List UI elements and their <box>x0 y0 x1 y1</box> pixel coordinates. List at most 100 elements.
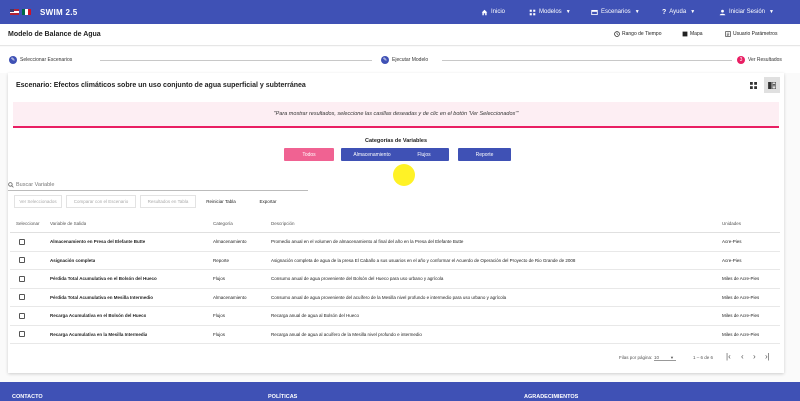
first-page-icon[interactable]: |‹ <box>726 352 731 361</box>
description-cell: Asignación completa de agua de la presa … <box>271 257 576 263</box>
table-header: Seleccionar Variable de Salida Categoría… <box>10 214 780 233</box>
model-header: Modelo de Balance de Agua Rango de Tiemp… <box>0 24 800 46</box>
row-checkbox[interactable] <box>19 312 25 319</box>
paginator: Filas por página: 10 ▼ 1 – 6 de 6 |‹ ‹ ›… <box>8 352 784 366</box>
chevron-down-icon: ▼ <box>670 355 674 360</box>
row-checkbox[interactable] <box>19 275 25 282</box>
units-cell: Miles de Acre-Pies <box>722 313 760 319</box>
stepper: ✎ Seleccionar Escenarios ✎ Ejecutar Mode… <box>0 47 800 73</box>
caret-down-icon: ▼ <box>690 9 696 15</box>
col-select: Seleccionar <box>16 220 40 226</box>
export-button[interactable]: Exportar <box>249 195 287 208</box>
footer: CONTACTO POLÍTICAS AGRADECIMIENTOS <box>0 382 800 401</box>
nav-scenarios-label: Escenarios <box>601 9 631 15</box>
user-icon <box>719 9 726 15</box>
pencil-icon: ✎ <box>381 56 389 64</box>
last-page-icon[interactable]: ›| <box>765 352 770 361</box>
nav-login[interactable]: Iniciar Sesión ▼ <box>719 0 774 24</box>
variable-name: Pérdida Total Acumulativa en el Bolsón d… <box>50 276 157 282</box>
scenario-title: Escenario: Efectos climáticos sobre un u… <box>16 82 306 89</box>
us-flag-icon[interactable] <box>10 9 19 15</box>
table-row[interactable]: Pérdida Total Acumulativa en el Bolsón d… <box>10 270 780 289</box>
row-checkbox[interactable] <box>19 257 25 264</box>
grid-view-button[interactable] <box>745 77 761 93</box>
mexico-flag-icon[interactable] <box>22 9 31 15</box>
category-cell: Flujos <box>213 331 226 337</box>
description-cell: Recarga anual de agua al Bolsón del Huec… <box>271 313 360 319</box>
footer-acknowledgements[interactable]: AGRADECIMIENTOS <box>524 394 578 400</box>
next-page-icon[interactable]: › <box>753 352 756 361</box>
prev-page-icon[interactable]: ‹ <box>741 352 744 361</box>
category-cell: Flujos <box>213 276 226 282</box>
step-divider <box>100 60 372 61</box>
home-icon <box>481 9 488 15</box>
category-flows-button[interactable]: Flujos <box>399 148 449 161</box>
rows-per-page-label: Filas por página: <box>619 355 653 360</box>
time-range-label: Rango de Tiempo <box>622 31 662 37</box>
step-view-results[interactable]: 3 Ver Resultados <box>737 56 782 64</box>
results-table: Seleccionar Variable de Salida Categoría… <box>10 214 780 344</box>
category-storage-button[interactable]: Almacenamiento <box>341 148 403 161</box>
table-row[interactable]: Recarga Acumulativa en la Mesilla Interm… <box>10 326 780 344</box>
nav-help[interactable]: ? Ayuda ▼ <box>662 0 695 24</box>
page-range: 1 – 6 de 6 <box>693 355 714 360</box>
params-label: Usuario Parámetros <box>733 31 778 37</box>
help-icon: ? <box>662 8 667 16</box>
step-number: 3 <box>737 56 745 64</box>
caret-down-icon: ▼ <box>634 9 640 15</box>
nav-help-label: Ayuda <box>669 9 687 15</box>
table-row[interactable]: Recarga Acumulativa en el Bolsón del Hue… <box>10 307 780 326</box>
category-report-button[interactable]: Reporte <box>458 148 511 161</box>
description-cell: Consumo anual de agua proveniente del Bo… <box>271 276 444 282</box>
table-row[interactable]: Almacenamiento en Presa del Elefante But… <box>10 233 780 252</box>
instructions-notice: "Para mostrar resultados, seleccione las… <box>13 102 779 128</box>
results-card: Escenario: Efectos climáticos sobre un u… <box>8 73 784 373</box>
footer-policies[interactable]: POLÍTICAS <box>268 394 297 400</box>
reset-table-button[interactable]: Reiniciar Tabla <box>199 195 243 208</box>
results-table-button[interactable]: Resultados en Tabla <box>140 195 196 208</box>
categories-title: Categorías de Variables <box>364 138 428 144</box>
variable-name: Recarga Acumulativa en la Mesilla Interm… <box>50 331 148 337</box>
compare-scenario-button[interactable]: Comparar con el Escenario <box>66 195 136 208</box>
time-range-button[interactable]: Rango de Tiempo <box>614 31 661 37</box>
top-navbar: SWIM 2.5 Inicio Modelos ▼ Escenarios ▼ ?… <box>0 0 800 24</box>
col-description: Descripción <box>271 220 295 226</box>
nav-models[interactable]: Modelos ▼ <box>529 0 571 24</box>
app-title[interactable]: SWIM 2.5 <box>40 8 78 17</box>
map-icon <box>682 31 688 37</box>
units-cell: Miles de Acre-Pies <box>722 294 760 300</box>
units-cell: Acre-Pies <box>722 257 742 263</box>
step-label: Ver Resultados <box>748 57 782 63</box>
nav-home[interactable]: Inicio <box>481 0 505 24</box>
table-row[interactable]: Pérdida Total Acumulativa en Mesilla Int… <box>10 289 780 307</box>
row-checkbox[interactable] <box>19 238 25 245</box>
category-cell: Flujos <box>213 313 226 319</box>
params-button[interactable]: Usuario Parámetros <box>725 31 777 37</box>
view-selected-button[interactable]: Ver Seleccionados <box>14 195 62 208</box>
variable-name: Asignación completa <box>50 257 96 263</box>
map-label: Mapa <box>690 31 703 37</box>
row-checkbox[interactable] <box>19 331 25 338</box>
nav-login-label: Iniciar Sesión <box>729 9 766 15</box>
search-icon <box>8 181 14 188</box>
split-view-icon <box>768 81 776 89</box>
category-cell: Almacenamiento <box>213 294 247 300</box>
step-select-scenarios[interactable]: ✎ Seleccionar Escenarios <box>9 56 72 64</box>
table-view-button[interactable] <box>764 77 780 93</box>
search-input[interactable]: Buscar Variable <box>8 179 308 191</box>
variable-name: Almacenamiento en Presa del Elefante But… <box>50 239 146 245</box>
description-cell: Recarga anual de agua al acuífero de la … <box>271 331 422 337</box>
category-all-button[interactable]: Todos <box>284 148 334 161</box>
nav-scenarios[interactable]: Escenarios ▼ <box>591 0 640 24</box>
description-cell: Consumo anual de agua proveniente del ac… <box>271 294 507 300</box>
footer-contact[interactable]: CONTACTO <box>12 394 43 400</box>
map-button[interactable]: Mapa <box>682 31 703 37</box>
caret-down-icon: ▼ <box>769 9 774 15</box>
row-checkbox[interactable] <box>19 294 25 301</box>
step-run-model[interactable]: ✎ Ejecutar Modelo <box>381 56 428 64</box>
step-label: Ejecutar Modelo <box>392 57 429 63</box>
pencil-icon: ✎ <box>9 56 17 64</box>
table-row[interactable]: Asignación completa Reporte Asignación com… <box>10 252 780 270</box>
cursor-highlight <box>393 164 415 186</box>
variable-name: Recarga Acumulativa en el Bolsón del Hue… <box>50 313 147 319</box>
